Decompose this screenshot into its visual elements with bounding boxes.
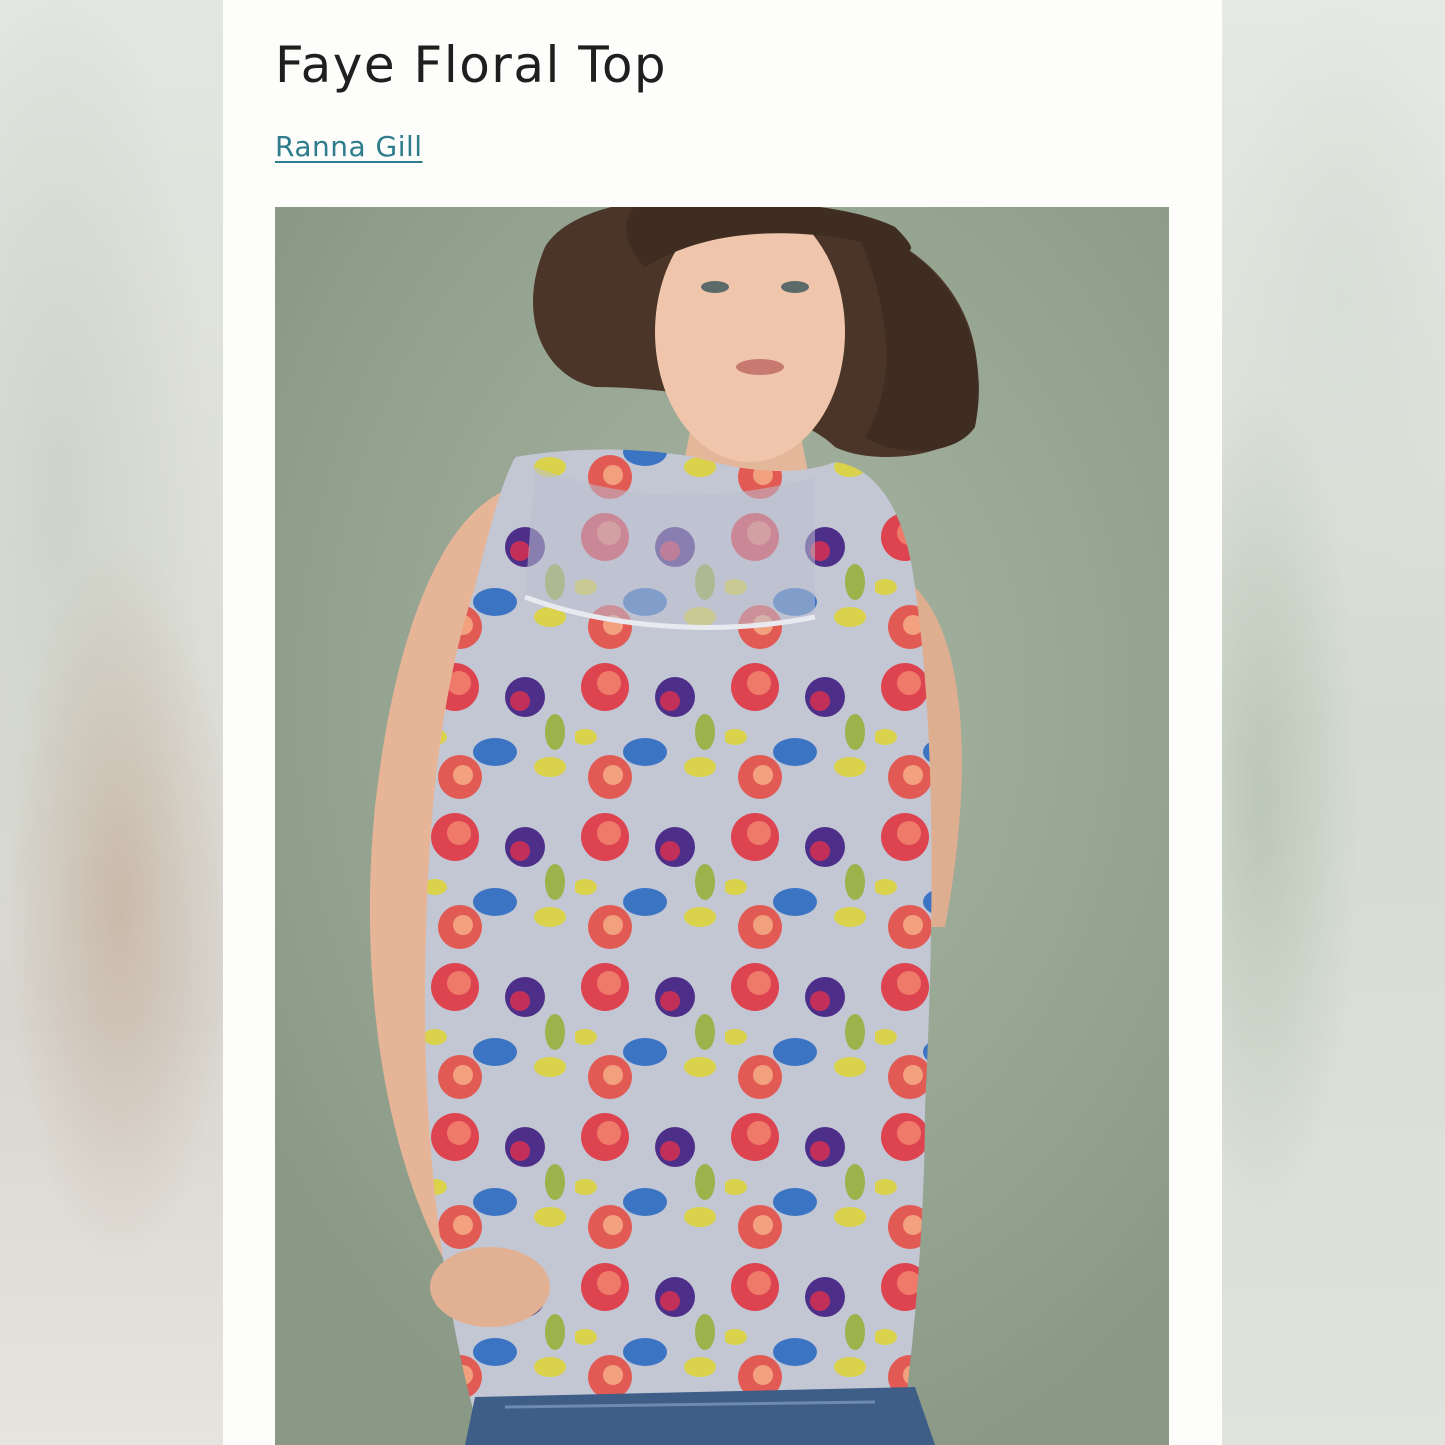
product-title: Faye Floral Top xyxy=(275,36,668,94)
blurred-backdrop-right xyxy=(1222,0,1445,1445)
product-photo[interactable] xyxy=(275,207,1169,1445)
product-card: Faye Floral Top Ranna Gill xyxy=(223,0,1222,1445)
model-illustration xyxy=(369,207,979,1445)
blurred-backdrop-left xyxy=(0,0,223,1445)
brand-link[interactable]: Ranna Gill xyxy=(275,130,423,163)
